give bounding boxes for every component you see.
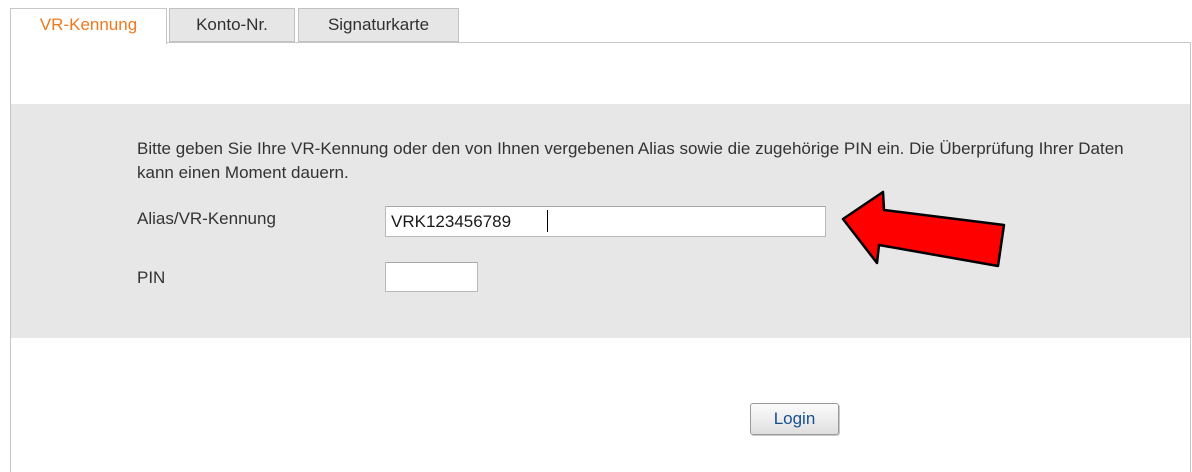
alias-label: Alias/VR-Kennung bbox=[137, 209, 276, 228]
login-button[interactable]: Login bbox=[750, 403, 839, 435]
tab-bar: VR-Kennung Konto-Nr. Signaturkarte bbox=[0, 0, 1192, 44]
tab-divider bbox=[166, 42, 1190, 43]
frame-border-right bbox=[1190, 42, 1191, 472]
login-instructions: Bitte geben Sie Ihre VR-Kennung oder den… bbox=[137, 139, 1124, 182]
tab-konto-nr[interactable]: Konto-Nr. bbox=[169, 8, 295, 42]
tab-signaturkarte[interactable]: Signaturkarte bbox=[298, 8, 459, 42]
red-arrow-icon bbox=[841, 190, 1006, 268]
pin-input[interactable] bbox=[385, 262, 478, 292]
text-cursor bbox=[547, 210, 548, 232]
pin-label: PIN bbox=[137, 268, 166, 287]
tab-vr-kennung[interactable]: VR-Kennung bbox=[10, 8, 167, 44]
alias-input[interactable] bbox=[385, 206, 826, 237]
login-page: VR-Kennung Konto-Nr. Signaturkarte Bitte… bbox=[0, 0, 1192, 472]
